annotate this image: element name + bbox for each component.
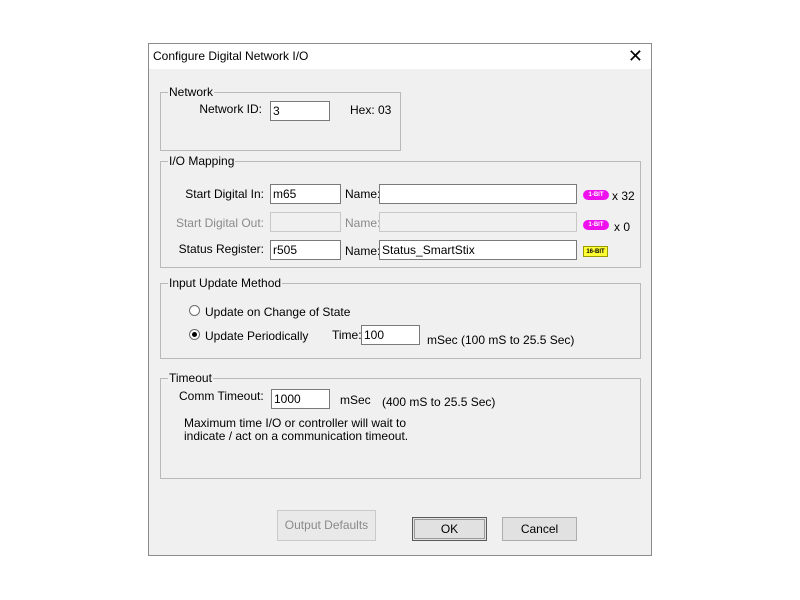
one-bit-badge-out: 1-BIT [583, 220, 609, 230]
update-on-change-label[interactable]: Update on Change of State [205, 305, 350, 319]
status-register-input[interactable]: r505 [270, 240, 341, 260]
digital-in-count: x 32 [612, 189, 635, 203]
network-id-label: Network ID: [199, 102, 262, 116]
status-register-name-input[interactable]: Status_SmartStix [379, 240, 577, 260]
time-label: Time: [332, 328, 362, 342]
hex-label: Hex: 03 [350, 103, 392, 117]
network-id-input[interactable]: 3 [270, 101, 330, 121]
comm-timeout-input[interactable]: 1000 [271, 389, 330, 409]
close-icon[interactable]: ✕ [628, 46, 643, 66]
timeout-note-line-2: indicate / act on a communication timeou… [184, 429, 409, 443]
title-bar: Configure Digital Network I/O ✕ [149, 44, 651, 69]
comm-timeout-units: mSec [340, 393, 371, 407]
input-update-method-legend: Input Update Method [168, 276, 283, 290]
output-defaults-button[interactable]: Output Defaults [277, 510, 376, 541]
network-legend: Network [168, 85, 215, 99]
dialog-title: Configure Digital Network I/O [153, 49, 309, 63]
configure-digital-network-io-dialog: Configure Digital Network I/O ✕ Network … [148, 43, 652, 556]
digital-out-count: x 0 [614, 220, 631, 234]
input-update-method-group: Input Update Method [160, 276, 641, 359]
name-label-out: Name: [345, 216, 381, 230]
name-label-status: Name: [345, 244, 381, 258]
time-input[interactable]: 100 [361, 325, 420, 345]
start-digital-in-input[interactable]: m65 [270, 184, 341, 204]
timeout-legend: Timeout [168, 371, 213, 385]
update-periodically-radio[interactable] [189, 329, 200, 340]
time-units-label: mSec (100 mS to 25.5 Sec) [427, 333, 575, 347]
comm-timeout-label: Comm Timeout: [179, 389, 264, 403]
one-bit-badge-in: 1-BIT [583, 190, 609, 200]
start-digital-in-name-input[interactable] [379, 184, 577, 204]
cancel-button[interactable]: Cancel [502, 517, 577, 541]
name-label-in: Name: [345, 187, 381, 201]
timeout-note-line-1: Maximum time I/O or controller will wait… [184, 416, 407, 430]
io-mapping-legend: I/O Mapping [168, 154, 236, 168]
comm-timeout-range: (400 mS to 25.5 Sec) [382, 395, 496, 409]
update-periodically-label[interactable]: Update Periodically [205, 329, 308, 343]
start-digital-out-label: Start Digital Out: [175, 216, 264, 230]
start-digital-in-label: Start Digital In: [185, 187, 264, 201]
start-digital-out-name-input[interactable] [379, 212, 577, 232]
sixteen-bit-badge: 16-BIT [583, 246, 608, 257]
start-digital-out-input[interactable] [270, 212, 341, 232]
status-register-label: Status Register: [178, 242, 264, 256]
update-on-change-radio[interactable] [189, 305, 200, 316]
ok-button[interactable]: OK [412, 517, 487, 541]
